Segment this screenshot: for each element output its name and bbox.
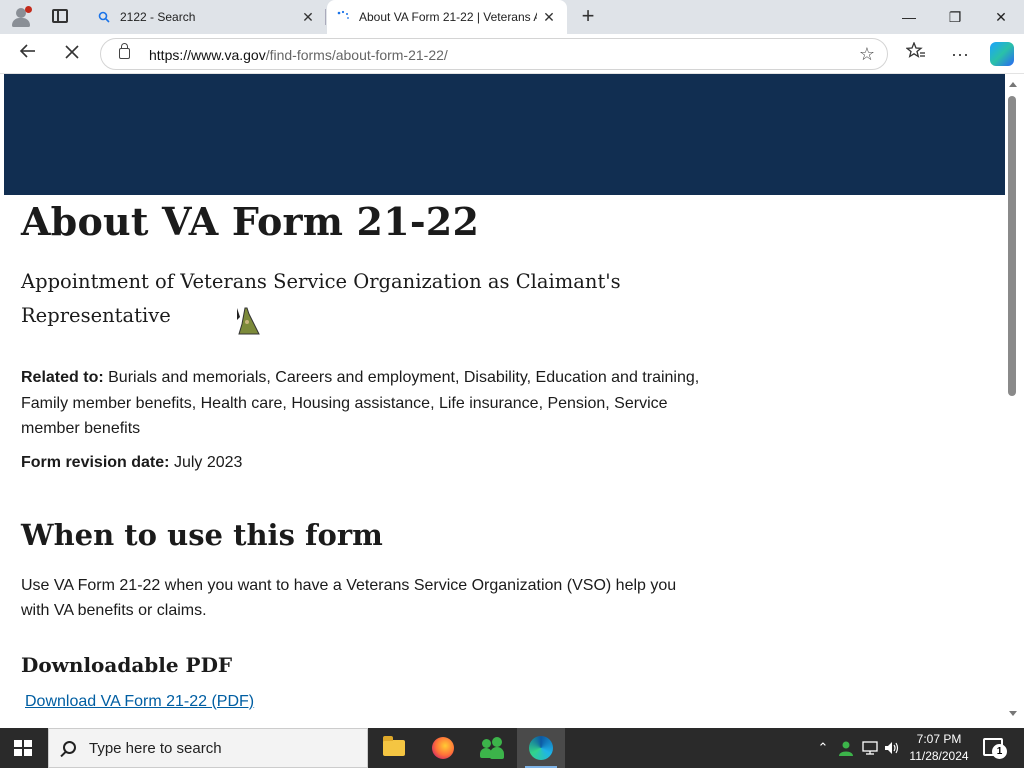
- related-to: Related to: Burials and memorials, Caree…: [21, 365, 701, 442]
- page-scrollbar[interactable]: [1006, 74, 1020, 724]
- favorites-button[interactable]: [903, 41, 929, 66]
- revision-value: July 2023: [173, 453, 243, 471]
- volume-icon[interactable]: [882, 728, 902, 768]
- windows-start-icon[interactable]: [14, 740, 32, 756]
- favorite-star-icon[interactable]: ☆: [859, 44, 875, 65]
- tab-va-form[interactable]: About VA Form 21-22 | Veterans Affairs ✕: [327, 0, 567, 34]
- close-window-button[interactable]: ✕: [978, 0, 1024, 34]
- url-text[interactable]: https://www.va.gov/find-forms/about-form…: [149, 47, 448, 63]
- download-pdf-link[interactable]: Download VA Form 21-22 (PDF): [25, 693, 254, 711]
- favorites-icon: [905, 41, 925, 58]
- page-title: About VA Form 21-22: [21, 199, 480, 244]
- edge-icon[interactable]: [517, 728, 565, 768]
- search-icon: [96, 9, 112, 25]
- loading-icon: [335, 9, 351, 25]
- clock[interactable]: 7:07 PM 11/28/2024: [900, 731, 978, 765]
- chevron-up-icon[interactable]: ⌃: [814, 728, 832, 768]
- downloadable-pdf-heading: Downloadable PDF: [21, 652, 233, 677]
- more-options-button[interactable]: ···: [947, 42, 973, 66]
- ellipsis-icon: ···: [951, 44, 969, 64]
- tab-actions-icon[interactable]: [52, 9, 68, 23]
- when-to-use-heading: When to use this form: [21, 517, 383, 552]
- close-tab-icon[interactable]: ✕: [537, 9, 561, 26]
- network-icon[interactable]: [860, 728, 880, 768]
- minimize-button[interactable]: —: [886, 0, 932, 34]
- lock-icon[interactable]: [119, 43, 130, 59]
- scroll-up-icon[interactable]: [1009, 82, 1017, 87]
- people-tray-icon[interactable]: [836, 728, 856, 768]
- copilot-icon[interactable]: [990, 42, 1014, 66]
- address-bar[interactable]: https://www.va.gov/find-forms/about-form…: [100, 38, 888, 70]
- taskbar-search-placeholder: Type here to search: [89, 740, 222, 757]
- close-tab-icon[interactable]: ✕: [296, 9, 320, 26]
- page-viewport: About VA Form 21-22 Appointment of Veter…: [4, 74, 1006, 724]
- back-button[interactable]: [15, 42, 41, 66]
- related-value: Burials and memorials, Careers and emplo…: [21, 369, 700, 437]
- tab-title: About VA Form 21-22 | Veterans Affairs: [359, 10, 537, 24]
- tab-search[interactable]: 2122 - Search ✕: [88, 0, 326, 34]
- scroll-thumb[interactable]: [1008, 96, 1016, 396]
- form-revision-date: Form revision date: July 2023: [21, 450, 701, 475]
- browser-toolbar: https://www.va.gov/find-forms/about-form…: [0, 34, 1024, 74]
- busy-cursor-icon: [237, 307, 260, 335]
- tab-strip: 2122 - Search ✕ About VA Form 21-22 | Ve…: [0, 0, 1024, 34]
- file-explorer-icon[interactable]: [370, 728, 418, 768]
- restore-button[interactable]: ❐: [932, 0, 978, 34]
- site-header-banner: [4, 74, 1005, 195]
- new-tab-button[interactable]: +: [578, 5, 598, 27]
- search-icon: [63, 741, 76, 754]
- scroll-down-icon[interactable]: [1009, 711, 1017, 716]
- taskbar: Type here to search ⌃ 7:07 PM 11/28/2024…: [0, 728, 1024, 768]
- close-icon: [65, 45, 79, 59]
- main-content: About VA Form 21-22 Appointment of Veter…: [21, 195, 701, 711]
- stop-loading-button[interactable]: [59, 42, 85, 66]
- back-arrow-icon: [19, 44, 35, 58]
- people-app-icon[interactable]: [468, 728, 516, 768]
- when-to-use-text: Use VA Form 21-22 when you want to have …: [21, 576, 677, 619]
- notification-badge: 1: [992, 744, 1007, 759]
- taskbar-search-box[interactable]: Type here to search: [48, 728, 368, 768]
- firefox-icon[interactable]: [419, 728, 467, 768]
- page-subtitle: Appointment of Veterans Service Organiza…: [21, 270, 621, 327]
- revision-label: Form revision date:: [21, 453, 170, 471]
- related-label: Related to:: [21, 369, 104, 386]
- clock-date: 11/28/2024: [909, 749, 969, 763]
- tab-title: 2122 - Search: [120, 10, 196, 24]
- profile-avatar-icon[interactable]: [10, 6, 32, 28]
- clock-time: 7:07 PM: [916, 732, 962, 746]
